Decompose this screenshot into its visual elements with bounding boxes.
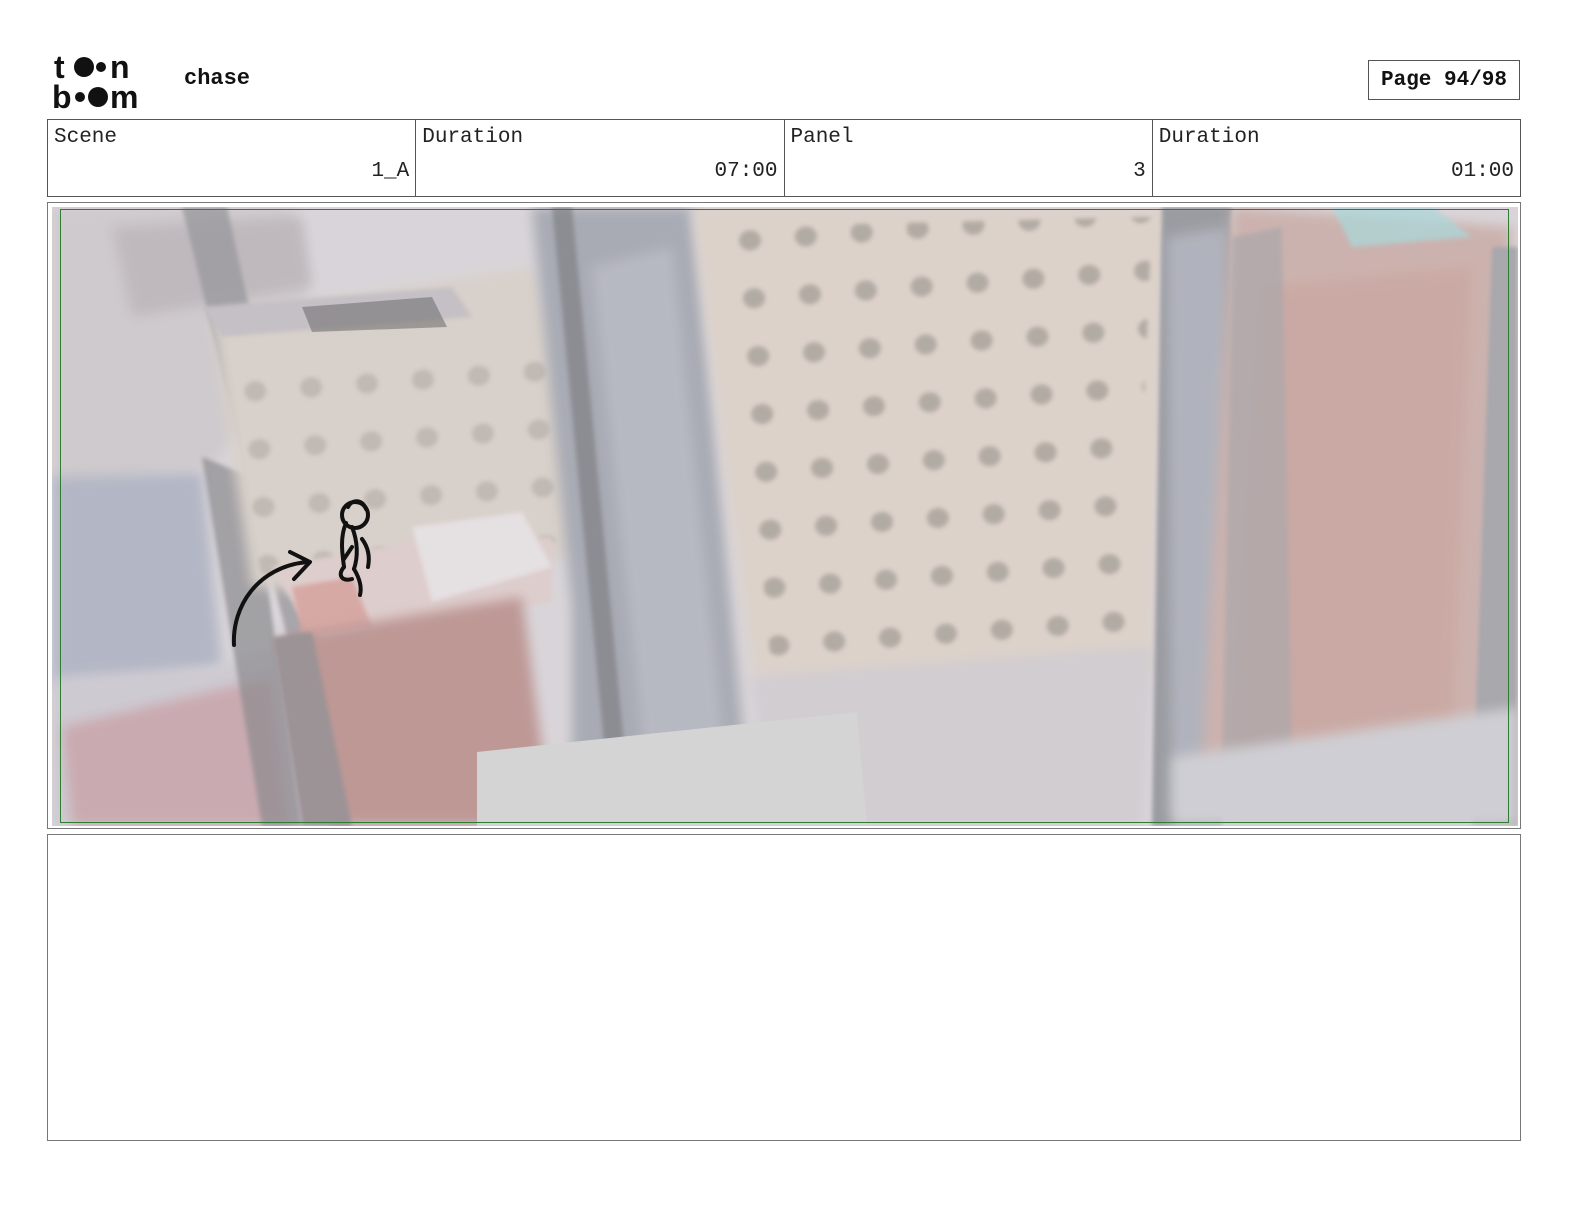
scene-cell: Scene 1_A xyxy=(48,120,417,196)
panel-frame xyxy=(47,202,1521,829)
panel-duration-value: 01:00 xyxy=(1450,160,1514,183)
scene-duration-cell: Duration 07:00 xyxy=(416,120,785,196)
page-label: Page 94/98 xyxy=(1380,68,1508,92)
scene-duration-value: 07:00 xyxy=(714,160,778,183)
page-indicator: Page 94/98 xyxy=(1368,60,1520,100)
panel-label: Panel xyxy=(790,126,854,149)
storyboard-panel-art xyxy=(52,207,1518,826)
panel-duration-label: Duration xyxy=(1158,126,1260,149)
scene-info-table: Scene 1_A Duration 07:00 Panel 3 Duratio… xyxy=(47,119,1521,197)
svg-text:m: m xyxy=(110,79,138,112)
scene-label: Scene xyxy=(54,126,118,149)
toon-boom-logo: t n b m xyxy=(52,50,138,112)
project-title: chase xyxy=(184,66,251,91)
svg-text:b: b xyxy=(52,79,72,112)
panel-cell: Panel 3 xyxy=(785,120,1153,196)
scene-value: 1_A xyxy=(371,160,410,183)
panel-duration-cell: Duration 01:00 xyxy=(1153,120,1520,196)
panel-notes-box xyxy=(47,834,1521,1141)
scene-duration-label: Duration xyxy=(422,126,524,149)
panel-value: 3 xyxy=(1133,160,1146,183)
